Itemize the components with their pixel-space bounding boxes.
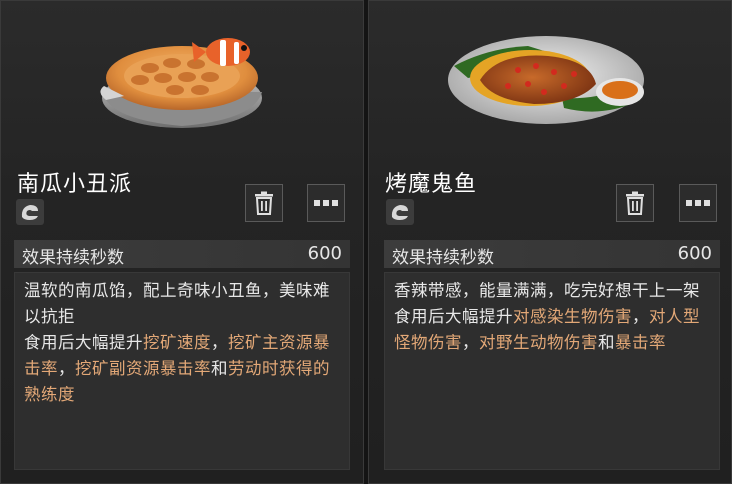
description-box: 香辣带感，能量满满，吃完好想干上一架 食用后大幅提升对感染生物伤害，对人型怪物伤… [384, 272, 720, 470]
flavor-text: 香辣带感，能量满满，吃完好想干上一架 [394, 281, 700, 300]
food-name: 南瓜小丑派 [17, 172, 133, 197]
more-dots-icon [686, 200, 710, 206]
food-name: 烤魔鬼鱼 [385, 172, 478, 197]
duration-label: 效果持续秒数 [22, 248, 124, 268]
duration-value: 600 [307, 243, 342, 264]
effect-separator: ， [58, 359, 75, 378]
effect-prefix: 食用后大幅提升 [394, 307, 513, 326]
description-text: 香辣带感，能量满满，吃完好想干上一架 食用后大幅提升对感染生物伤害，对人型怪物伤… [394, 278, 716, 356]
food-card-grilled-devilfish[interactable]: 烤魔鬼鱼 效果持续秒数 600 香辣带感，能量满满，吃完好想干上一架 食用后大幅… [368, 0, 732, 484]
food-category-icon [16, 199, 44, 225]
effect-highlight: 暴击率 [615, 333, 666, 352]
food-category-icon [386, 199, 414, 225]
more-options-button[interactable] [679, 184, 717, 222]
effect-prefix: 食用后大幅提升 [24, 333, 143, 352]
grilled-devilfish-icon [448, 36, 644, 124]
effect-duration-row: 效果持续秒数 600 [384, 240, 720, 268]
description-box: 温软的南瓜馅，配上奇味小丑鱼，美味难以抗拒 食用后大幅提升挖矿速度，挖矿主资源暴… [14, 272, 350, 470]
effect-separator: ， [632, 307, 649, 326]
effect-highlight: 挖矿副资源暴击率 [75, 359, 211, 378]
effect-highlight: 对野生动物伤害 [479, 333, 598, 352]
effect-duration-row: 效果持续秒数 600 [14, 240, 350, 268]
effect-separator: 和 [211, 359, 228, 378]
delete-button[interactable] [616, 184, 654, 222]
more-dots-icon [314, 200, 338, 206]
food-card-pumpkin-pie[interactable]: 南瓜小丑派 效果持续秒数 600 温软的南瓜馅，配上奇味小丑鱼，美味难以抗拒 食… [0, 0, 364, 484]
delete-button[interactable] [245, 184, 283, 222]
effect-highlight: 挖矿速度 [143, 333, 211, 352]
description-text: 温软的南瓜馅，配上奇味小丑鱼，美味难以抗拒 食用后大幅提升挖矿速度，挖矿主资源暴… [24, 278, 346, 408]
effect-separator: 和 [598, 333, 615, 352]
flavor-text: 温软的南瓜馅，配上奇味小丑鱼，美味难以抗拒 [24, 281, 330, 326]
effect-highlight: 对感染生物伤害 [513, 307, 632, 326]
duration-value: 600 [677, 243, 712, 264]
effect-separator: ， [462, 333, 479, 352]
effect-separator: ， [211, 333, 228, 352]
trash-icon [626, 191, 644, 215]
more-options-button[interactable] [307, 184, 345, 222]
duration-label: 效果持续秒数 [392, 248, 494, 268]
pumpkin-clownfish-pie-icon [100, 38, 262, 128]
trash-icon [255, 191, 273, 215]
